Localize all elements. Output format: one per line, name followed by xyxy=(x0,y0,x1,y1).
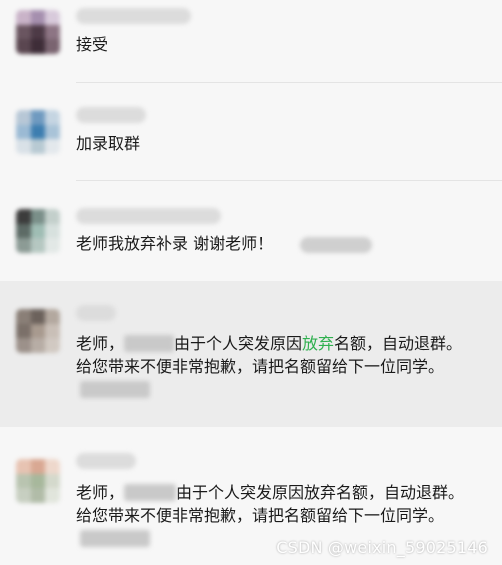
avatar[interactable] xyxy=(16,110,60,154)
chat-item-2[interactable]: 加录取群 xyxy=(0,83,502,180)
sender-name-blurred xyxy=(76,8,191,24)
blurred-content xyxy=(80,530,150,547)
avatar-pixel xyxy=(16,209,31,224)
avatar-pixel xyxy=(45,124,60,140)
avatar-pixel xyxy=(45,209,60,224)
avatar-pixel xyxy=(45,24,60,40)
blurred-name xyxy=(124,484,177,501)
avatar-pixel xyxy=(45,110,60,125)
avatar-pixel xyxy=(30,459,46,474)
avatar-pixel xyxy=(30,10,46,25)
text-part: 老师， xyxy=(76,483,125,502)
avatar-pixel xyxy=(30,24,46,40)
avatar-pixel xyxy=(30,323,46,339)
avatar[interactable] xyxy=(16,459,60,503)
avatar[interactable] xyxy=(16,309,60,353)
sender-name-blurred xyxy=(76,305,116,321)
avatar-pixel xyxy=(30,238,46,253)
text-part: 由于个人突发原因 xyxy=(174,334,303,353)
sender-name-blurred xyxy=(76,208,221,224)
avatar-pixel xyxy=(30,139,46,154)
avatar-pixel xyxy=(45,10,60,25)
blurred-content xyxy=(300,237,372,253)
avatar-pixel xyxy=(45,488,60,503)
avatar-pixel xyxy=(30,124,46,140)
avatar-pixel xyxy=(16,10,31,25)
avatar-pixel xyxy=(16,39,31,54)
message-text: 老师， 由于个人突发原因放弃名额，自动退群。给您带来不便非常抱歉，请把名额留给下一… xyxy=(76,332,478,401)
chat-item-1[interactable]: 接受 xyxy=(0,0,502,82)
avatar-pixel xyxy=(16,323,31,339)
sender-name-blurred xyxy=(76,453,136,469)
avatar-pixel xyxy=(16,338,31,353)
avatar[interactable] xyxy=(16,10,60,54)
avatar-pixel xyxy=(16,110,31,125)
avatar-pixel xyxy=(45,238,60,253)
blurred-name xyxy=(124,335,175,352)
text-part: 老师， xyxy=(76,334,125,353)
avatar-pixel xyxy=(30,110,46,125)
watermark: CSDN @weixin_59025146 xyxy=(276,538,488,557)
avatar-pixel xyxy=(45,309,60,324)
sender-name-blurred xyxy=(76,107,146,123)
avatar-pixel xyxy=(16,223,31,239)
avatar-pixel xyxy=(45,223,60,239)
avatar-pixel xyxy=(45,459,60,474)
avatar-pixel xyxy=(30,473,46,489)
avatar-pixel xyxy=(45,323,60,339)
avatar-pixel xyxy=(16,473,31,489)
chat-item-4[interactable]: 老师， 由于个人突发原因放弃名额，自动退群。给您带来不便非常抱歉，请把名额留给下一… xyxy=(0,281,502,427)
avatar-pixel xyxy=(16,124,31,140)
blurred-content xyxy=(80,381,150,398)
avatar-pixel xyxy=(30,488,46,503)
avatar-pixel xyxy=(16,488,31,503)
avatar-pixel xyxy=(45,39,60,54)
avatar-pixel xyxy=(30,39,46,54)
message-text: 老师我放弃补录 谢谢老师！ xyxy=(76,234,274,253)
avatar-pixel xyxy=(45,473,60,489)
avatar-pixel xyxy=(45,338,60,353)
avatar-pixel xyxy=(16,24,31,40)
avatar-pixel xyxy=(30,309,46,324)
avatar-pixel xyxy=(16,309,31,324)
avatar[interactable] xyxy=(16,209,60,253)
message-text: 加录取群 xyxy=(76,134,141,153)
highlighted-keyword: 放弃 xyxy=(302,334,335,353)
avatar-pixel xyxy=(30,223,46,239)
avatar-pixel xyxy=(30,338,46,353)
message-text: 接受 xyxy=(76,35,109,54)
avatar-pixel xyxy=(45,139,60,154)
chat-item-3[interactable]: 老师我放弃补录 谢谢老师！ xyxy=(0,181,502,281)
avatar-pixel xyxy=(30,209,46,224)
avatar-pixel xyxy=(16,139,31,154)
avatar-pixel xyxy=(16,238,31,253)
avatar-pixel xyxy=(16,459,31,474)
